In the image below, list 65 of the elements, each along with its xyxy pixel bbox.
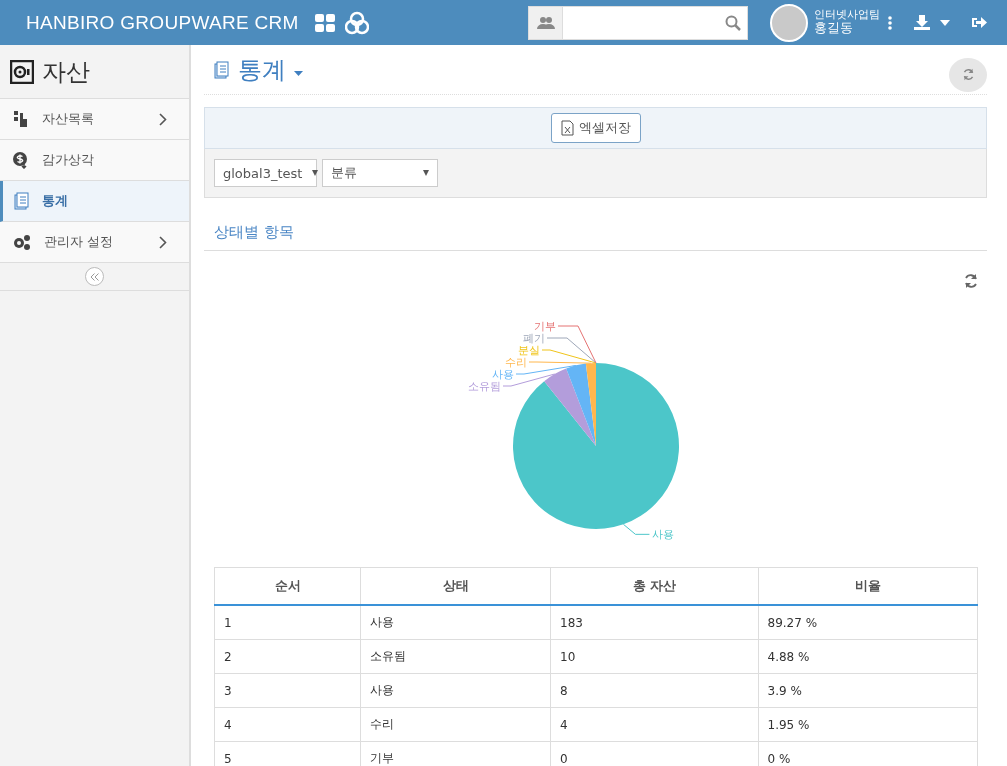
sidebar-item[interactable]: 감가상각 [0, 140, 189, 181]
refresh-icon [961, 68, 975, 81]
table-cell: 4 [550, 707, 758, 742]
table-cell: 10 [550, 639, 758, 674]
document-icon [12, 192, 30, 210]
column-header: 순서 [214, 567, 361, 605]
slice-label: 수리 [505, 356, 527, 369]
dropdown[interactable]: global3_test [214, 159, 317, 187]
column-header: 총 자산 [550, 567, 758, 605]
document-icon [212, 60, 230, 79]
safe-icon [10, 59, 34, 84]
table-cell: 89.27 % [758, 605, 978, 640]
table-cell: 사용 [360, 605, 551, 640]
gears-icon [12, 233, 32, 251]
grid-icon[interactable] [314, 13, 335, 32]
caret-icon[interactable] [294, 71, 303, 76]
collapse-button[interactable] [85, 267, 104, 286]
slice-label: 폐기 [523, 332, 545, 345]
excel-export-button[interactable]: 엑셀저장 [550, 113, 641, 143]
download-icon[interactable] [914, 15, 930, 30]
search-field[interactable] [528, 5, 748, 40]
users-icon [536, 16, 555, 29]
coin-icon [12, 151, 30, 169]
leader-line [622, 523, 650, 535]
avatar[interactable] [770, 3, 808, 42]
refresh-button[interactable] [949, 57, 987, 92]
sidebar-item[interactable]: 자산목록 [0, 99, 189, 140]
brand-title: HANBIRO GROUPWARE CRM [26, 11, 299, 34]
double-chevron-left-icon [89, 272, 100, 281]
slice-label: 사용 [652, 528, 675, 542]
more-icon[interactable] [888, 15, 892, 30]
team-name: 인터넷사업팀 [814, 9, 880, 22]
slice-label: 분실 [518, 344, 540, 357]
excel-file-icon [560, 120, 574, 136]
sidebar-item[interactable]: 관리자 설정 [0, 222, 189, 263]
table-cell: 4 [214, 707, 361, 742]
table-cell: 3.9 % [758, 673, 978, 708]
table-cell: 2 [214, 639, 361, 674]
table-cell: 소유됨 [360, 639, 551, 674]
table-cell: 1 [214, 605, 361, 640]
slice-label: 기부 [534, 320, 556, 333]
table-cell: 1.95 % [758, 707, 978, 742]
column-header: 비율 [758, 567, 978, 605]
sidebar-title: 자산 [42, 56, 90, 88]
slice-label: 소유됨 [468, 380, 501, 393]
section-title: 상태별 항목 [204, 223, 987, 251]
column-header: 상태 [360, 567, 551, 605]
page-title: 통계 [238, 54, 286, 86]
table-cell: 수리 [360, 707, 551, 742]
logout-icon[interactable] [972, 16, 987, 29]
dropdown[interactable]: 분류 [322, 159, 438, 187]
hand-icon [12, 110, 30, 128]
table-cell: 183 [550, 605, 758, 640]
slice-label: 사용 [492, 368, 514, 381]
user-name: 홍길동 [814, 21, 854, 36]
logo-icon [344, 10, 369, 35]
table-cell: 4.88 % [758, 639, 978, 674]
table-cell: 8 [550, 673, 758, 708]
search-icon[interactable] [725, 14, 741, 31]
table-cell: 3 [214, 673, 361, 708]
table-cell: 사용 [360, 673, 551, 708]
sidebar-item[interactable]: 통계 [0, 181, 189, 222]
table-cell: 5 [214, 741, 361, 766]
chart-refresh-icon [963, 273, 979, 289]
caret-icon[interactable] [940, 19, 950, 26]
